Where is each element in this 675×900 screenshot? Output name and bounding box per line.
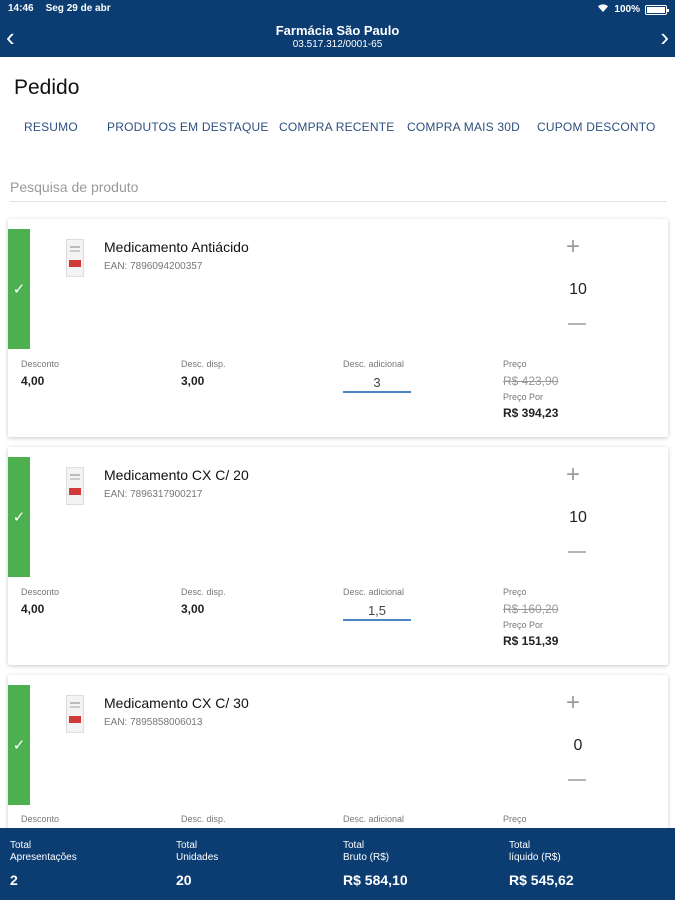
preco-label: Preço (503, 587, 527, 597)
desconto-value: 4,00 (21, 374, 45, 388)
desc-disp-value: 3,00 (181, 602, 205, 616)
preco-original: R$ 160,20 (503, 602, 559, 616)
product-ean: EAN: 7895858006013 (104, 717, 203, 728)
status-date: Seg 29 de abr (45, 3, 111, 14)
desc-adicional-label: Desc. adicional (343, 587, 405, 597)
desconto-label: Desconto (21, 359, 60, 369)
plus-icon[interactable]: + (566, 691, 580, 715)
selected-check-icon[interactable]: ✓ (8, 685, 30, 805)
status-bar-left: 14:46 Seg 29 de abr (8, 3, 111, 14)
selected-check-icon[interactable]: ✓ (8, 229, 30, 349)
selected-check-icon[interactable]: ✓ (8, 457, 30, 577)
tab-produtos-em-destaque[interactable]: PRODUTOS EM DESTAQUE (107, 120, 269, 134)
total-unidades-value: 20 (176, 872, 192, 888)
minus-icon[interactable] (568, 779, 586, 781)
product-name: Medicamento CX C/ 20 (104, 467, 249, 483)
desconto-label: Desconto (21, 814, 60, 824)
quantity-value: 10 (569, 509, 587, 526)
status-time: 14:46 (8, 3, 34, 14)
top-bar: 14:46 Seg 29 de abr 100% ‹ Farmácia São P… (0, 0, 675, 57)
total-liquido-value: R$ 545,62 (509, 872, 574, 888)
total-unidades-label: Total Unidades (176, 840, 219, 863)
preco-label: Preço (503, 359, 527, 369)
store-cnpj: 03.517.312/0001-65 (292, 39, 383, 50)
product-search-input[interactable] (10, 172, 667, 202)
desc-adicional-input[interactable] (343, 601, 411, 621)
tab-compra-recente[interactable]: COMPRA RECENTE (279, 120, 394, 134)
desc-adicional-label: Desc. adicional (343, 359, 405, 369)
tab-resumo[interactable]: RESUMO (24, 120, 78, 134)
desc-disp-value: 3,00 (181, 374, 205, 388)
desc-adicional-label: Desc. adicional (343, 814, 405, 824)
page-title: Pedido (14, 76, 80, 99)
product-card: ✓ Medicamento CX C/ 20 EAN: 789631790021… (8, 447, 668, 665)
battery-percent: 100% (614, 4, 640, 15)
product-image (66, 695, 84, 733)
preco-por-value: R$ 151,39 (503, 634, 559, 648)
minus-icon[interactable] (568, 323, 586, 325)
product-image (66, 239, 84, 277)
preco-label: Preço (503, 814, 527, 824)
tab-bar: RESUMO PRODUTOS EM DESTAQUE COMPRA RECEN… (0, 120, 675, 140)
totals-footer: Total Apresentações 2 Total Unidades 20 … (0, 828, 675, 900)
preco-por-value: R$ 394,23 (503, 406, 559, 420)
plus-icon[interactable]: + (566, 235, 580, 259)
store-title: Farmácia São Paulo (275, 23, 400, 38)
status-bar-right: 100% (597, 3, 669, 16)
product-image (66, 467, 84, 505)
total-bruto-label: Total Bruto (R$) (343, 840, 390, 863)
battery-icon (645, 4, 669, 15)
minus-icon[interactable] (568, 551, 586, 553)
wifi-icon (597, 3, 609, 16)
total-apresentacoes-value: 2 (10, 872, 18, 888)
desconto-label: Desconto (21, 587, 60, 597)
desc-adicional-input[interactable] (343, 373, 411, 393)
quantity-value: 10 (569, 281, 587, 298)
quantity-value: 0 (573, 737, 583, 754)
desconto-value: 4,00 (21, 602, 45, 616)
preco-original: R$ 423,90 (503, 374, 559, 388)
total-bruto-value: R$ 584,10 (343, 872, 408, 888)
desc-disp-label: Desc. disp. (181, 587, 226, 597)
product-name: Medicamento CX C/ 30 (104, 695, 249, 711)
product-ean: EAN: 7896094200357 (104, 261, 203, 272)
forward-arrow-icon[interactable]: › (660, 24, 669, 50)
total-apresentacoes-label: Total Apresentações (10, 840, 77, 863)
product-name: Medicamento Antiácido (104, 239, 249, 255)
desc-disp-label: Desc. disp. (181, 359, 226, 369)
product-ean: EAN: 7896317900217 (104, 489, 203, 500)
preco-por-label: Preço Por (503, 620, 544, 630)
total-liquido-label: Total líquido (R$) (509, 840, 561, 863)
product-card: ✓ Medicamento Antiácido EAN: 78960942003… (8, 219, 668, 437)
desc-disp-label: Desc. disp. (181, 814, 226, 824)
tab-cupom-desconto[interactable]: CUPOM DESCONTO (537, 120, 656, 134)
preco-por-label: Preço Por (503, 392, 544, 402)
plus-icon[interactable]: + (566, 463, 580, 487)
tab-compra-mais-30d[interactable]: COMPRA MAIS 30D (407, 120, 520, 134)
